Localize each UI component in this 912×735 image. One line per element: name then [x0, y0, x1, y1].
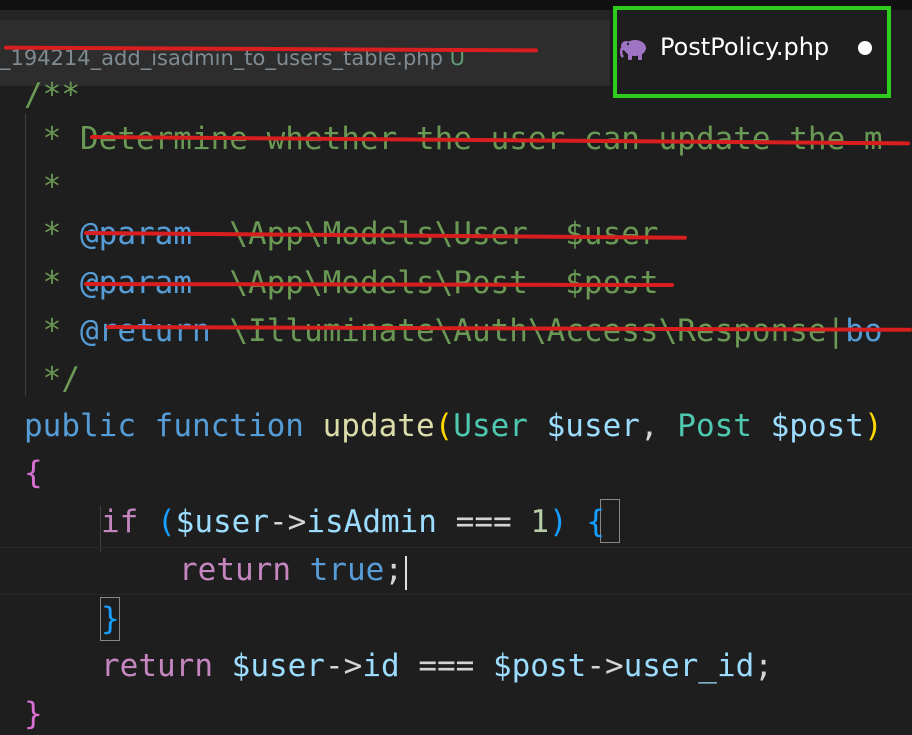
code-line: }	[101, 601, 120, 637]
editor-window: _194214_add_isadmin_to_users_table.php U…	[0, 0, 912, 735]
highlight-box	[613, 6, 891, 98]
code-line: /**	[24, 77, 80, 113]
code-editor[interactable]: /** * Determine whether the user can upd…	[0, 77, 912, 735]
tab-migration-file[interactable]: _194214_add_isadmin_to_users_table.php U	[0, 20, 610, 96]
code-line: }	[24, 696, 43, 732]
code-line: if ($user->isAdmin === 1) {	[101, 504, 606, 540]
code-line: return $user->id === $post->user_id;	[101, 648, 773, 684]
code-line: */	[24, 361, 80, 397]
code-line: return true;	[179, 552, 403, 588]
text-caret	[405, 556, 407, 590]
code-line: {	[24, 455, 43, 491]
code-line: *	[24, 169, 62, 205]
code-line: public function update(User $user, Post …	[24, 408, 883, 444]
current-line-highlight	[0, 547, 912, 595]
